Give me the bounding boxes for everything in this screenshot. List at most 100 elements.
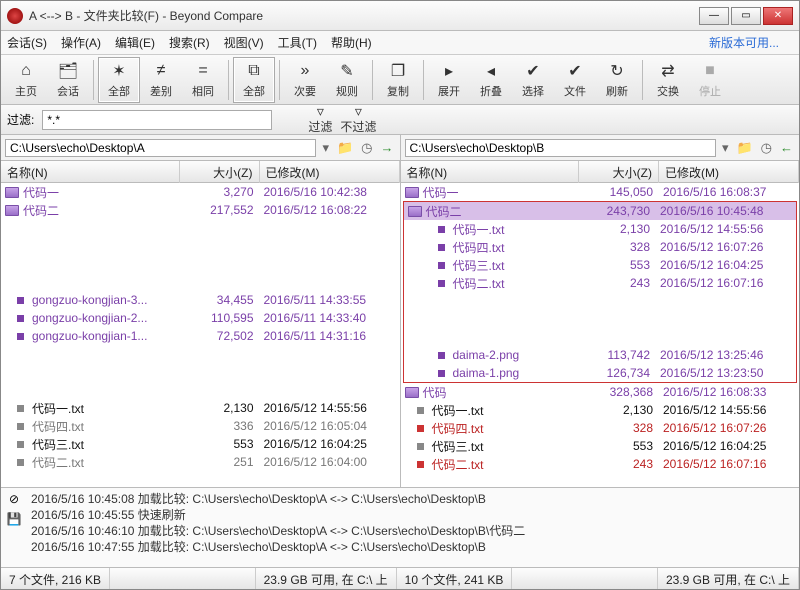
diff-marker-icon	[417, 425, 424, 432]
history-icon[interactable]: ◷	[759, 140, 774, 156]
minimize-button[interactable]: —	[699, 7, 729, 25]
toolbar-icon: ↻	[607, 61, 627, 81]
menu-item[interactable]: 视图(V)	[224, 34, 264, 51]
menu-item[interactable]: 操作(A)	[61, 34, 101, 51]
col-size[interactable]: 大小(Z)	[579, 161, 659, 183]
list-item[interactable]: 代码一.txt2,1302016/5/12 14:55:56	[1, 399, 400, 417]
col-name[interactable]: 名称(N)	[401, 161, 580, 183]
filter-clear-button[interactable]: ▿不过滤	[340, 104, 376, 135]
filter-apply-button[interactable]: ▿过滤	[308, 104, 332, 135]
menu-item[interactable]: 编辑(E)	[115, 34, 155, 51]
diff-marker-icon	[417, 461, 424, 468]
list-item[interactable]: 代码二.txt2432016/5/12 16:07:16	[404, 274, 797, 292]
col-size[interactable]: 大小(Z)	[180, 161, 260, 183]
browse-folder-icon[interactable]: 📁	[335, 140, 355, 156]
funnel-off-icon: ▿	[355, 104, 362, 118]
log-stop-icon[interactable]: ⊘	[6, 492, 22, 508]
toolbar-主页[interactable]: ⌂主页	[5, 57, 47, 103]
toolbar-icon: ≠	[151, 61, 171, 81]
dropdown-icon[interactable]: ▾	[320, 140, 331, 156]
list-item[interactable]: 代码二243,7302016/5/16 10:45:48	[404, 202, 797, 220]
copy-left-icon[interactable]: ←	[778, 140, 795, 155]
left-file-list[interactable]: 代码一3,2702016/5/16 10:42:38代码二217,5522016…	[1, 183, 400, 487]
empty-row	[404, 328, 797, 346]
list-item[interactable]: 代码一.txt2,1302016/5/12 14:55:56	[401, 401, 800, 419]
status-bar: 7 个文件, 216 KB 23.9 GB 可用, 在 C:\ 上 10 个文件…	[1, 567, 799, 589]
compare-panes: 代码一3,2702016/5/16 10:42:38代码二217,5522016…	[1, 183, 799, 487]
col-modified[interactable]: 已修改(M)	[260, 161, 400, 183]
browse-folder-icon[interactable]: 📁	[734, 140, 754, 156]
toolbar-展开[interactable]: ▸展开	[428, 57, 470, 103]
maximize-button[interactable]: ▭	[731, 7, 761, 25]
toolbar-icon: ❐	[388, 61, 408, 81]
folder-icon	[5, 187, 19, 198]
diff-marker-icon	[17, 315, 24, 322]
list-item[interactable]: 代码一3,2702016/5/16 10:42:38	[1, 183, 400, 201]
empty-row	[1, 363, 400, 381]
list-item[interactable]: 代码四.txt3282016/5/12 16:07:26	[401, 419, 800, 437]
empty-row	[1, 345, 400, 363]
toolbar-文件[interactable]: ✔文件	[554, 57, 596, 103]
list-item[interactable]: daima-1.png126,7342016/5/12 13:23:50	[404, 364, 797, 382]
toolbar-折叠[interactable]: ◂折叠	[470, 57, 512, 103]
list-item[interactable]: gongzuo-kongjian-2...110,5952016/5/11 14…	[1, 309, 400, 327]
status-right-disk: 23.9 GB 可用, 在 C:\ 上	[658, 568, 799, 589]
log-save-icon[interactable]: 💾	[6, 512, 22, 528]
filter-label: 过滤:	[7, 111, 34, 128]
list-item[interactable]: 代码二.txt2432016/5/12 16:07:16	[401, 455, 800, 473]
list-item[interactable]: 代码三.txt5532016/5/12 16:04:25	[404, 256, 797, 274]
left-path-cell: ▾ 📁 ◷ →	[1, 135, 401, 160]
diff-marker-icon	[17, 297, 24, 304]
menu-item[interactable]: 搜索(R)	[169, 34, 210, 51]
toolbar-相同[interactable]: =相同	[182, 57, 224, 103]
list-item[interactable]: gongzuo-kongjian-1...72,5022016/5/11 14:…	[1, 327, 400, 345]
col-name[interactable]: 名称(N)	[1, 161, 180, 183]
toolbar-icon: ▸	[439, 61, 459, 81]
list-item[interactable]: 代码三.txt5532016/5/12 16:04:25	[1, 435, 400, 453]
diff-marker-icon	[438, 370, 445, 377]
diff-marker-icon	[17, 423, 24, 430]
list-item[interactable]: 代码三.txt5532016/5/12 16:04:25	[401, 437, 800, 455]
copy-right-icon[interactable]: →	[379, 140, 396, 155]
left-path-input[interactable]	[5, 139, 316, 157]
list-item[interactable]: 代码一145,0502016/5/16 16:08:37	[401, 183, 800, 201]
update-link[interactable]: 新版本可用...	[709, 34, 779, 51]
toolbar-复制[interactable]: ❐复制	[377, 57, 419, 103]
toolbar-全部[interactable]: ⧉全部	[233, 57, 275, 103]
list-item[interactable]: 代码四.txt3362016/5/12 16:05:04	[1, 417, 400, 435]
close-button[interactable]: ✕	[763, 7, 793, 25]
right-file-list[interactable]: 代码一145,0502016/5/16 16:08:37代码二243,73020…	[401, 183, 800, 487]
list-item[interactable]: 代码二217,5522016/5/12 16:08:22	[1, 201, 400, 219]
list-item[interactable]: 代码一.txt2,1302016/5/12 14:55:56	[404, 220, 797, 238]
list-item[interactable]: gongzuo-kongjian-3...34,4552016/5/11 14:…	[1, 291, 400, 309]
right-path-input[interactable]	[405, 139, 716, 157]
toolbar-差别[interactable]: ≠差别	[140, 57, 182, 103]
toolbar-选择[interactable]: ✔选择	[512, 57, 554, 103]
filter-input[interactable]	[42, 110, 272, 130]
toolbar-刷新[interactable]: ↻刷新	[596, 57, 638, 103]
menubar: 会话(S) 操作(A) 编辑(E) 搜索(R) 视图(V) 工具(T) 帮助(H) 新版本可用…	[1, 31, 799, 55]
toolbar-交换[interactable]: ⇄交换	[647, 57, 689, 103]
menu-item[interactable]: 工具(T)	[278, 34, 317, 51]
diff-marker-icon	[438, 352, 445, 359]
list-item[interactable]: 代码328,3682016/5/12 16:08:33	[401, 383, 800, 401]
toolbar-全部[interactable]: ✶全部	[98, 57, 140, 103]
list-item[interactable]: 代码四.txt3282016/5/12 16:07:26	[404, 238, 797, 256]
col-modified[interactable]: 已修改(M)	[659, 161, 799, 183]
list-item[interactable]: 代码二.txt2512016/5/12 16:04:00	[1, 453, 400, 471]
diff-marker-icon	[438, 280, 445, 287]
right-pane: 代码一145,0502016/5/16 16:08:37代码二243,73020…	[401, 183, 800, 487]
path-bar: ▾ 📁 ◷ → ▾ 📁 ◷ ←	[1, 135, 799, 161]
toolbar-会话[interactable]: 🗂会话	[47, 57, 89, 103]
toolbar-规则[interactable]: ✎规则	[326, 57, 368, 103]
toolbar-次要[interactable]: »次要	[284, 57, 326, 103]
menu-item[interactable]: 帮助(H)	[331, 34, 372, 51]
empty-row	[1, 237, 400, 255]
app-icon	[7, 8, 23, 24]
folder-icon	[5, 205, 19, 216]
history-icon[interactable]: ◷	[359, 140, 374, 156]
menu-item[interactable]: 会话(S)	[7, 34, 47, 51]
dropdown-icon[interactable]: ▾	[720, 140, 731, 156]
toolbar-icon: 🗂	[58, 61, 78, 81]
list-item[interactable]: daima-2.png113,7422016/5/12 13:25:46	[404, 346, 797, 364]
